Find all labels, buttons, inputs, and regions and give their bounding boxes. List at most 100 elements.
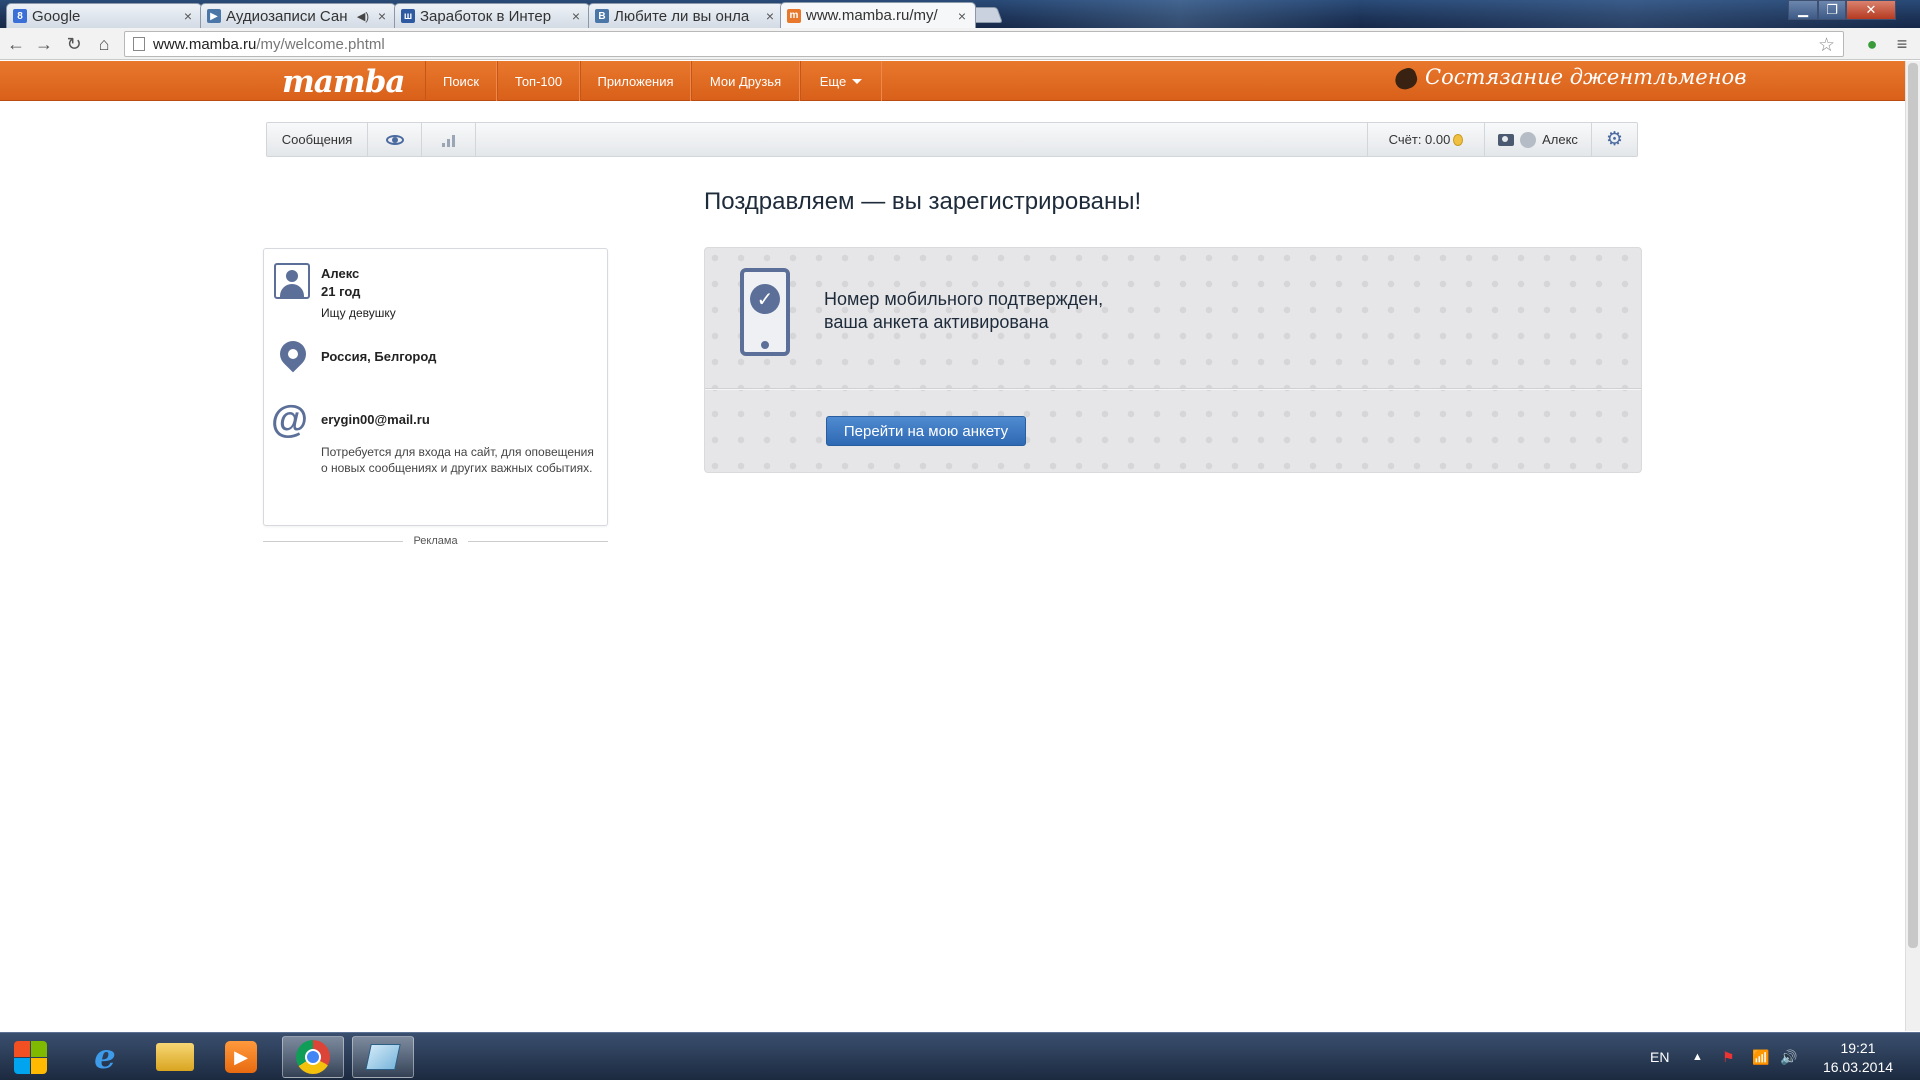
taskbar-media[interactable]: ▶	[210, 1036, 272, 1078]
close-icon[interactable]: ×	[763, 8, 777, 24]
back-button[interactable]: ←	[4, 32, 28, 56]
email-note: Потребуется для входа на сайт, для опове…	[321, 445, 594, 475]
page-scrollbar[interactable]	[1905, 61, 1920, 1031]
document-icon	[365, 1044, 401, 1070]
close-icon[interactable]: ×	[569, 8, 583, 24]
url-path: /my/welcome.phtml	[256, 35, 385, 53]
gear-icon: ⚙	[1605, 129, 1624, 150]
nav-more[interactable]: Еще	[800, 61, 882, 101]
user-icon	[274, 263, 310, 299]
nav-search[interactable]: Поиск	[425, 61, 497, 101]
browser-tab-audio[interactable]: ▶ Аудиозаписи Сан ◀) ×	[200, 3, 396, 28]
taskbar-explorer[interactable]	[144, 1036, 206, 1078]
close-window-button[interactable]: ✕	[1846, 0, 1896, 20]
minimize-button[interactable]: ▁	[1788, 0, 1818, 20]
activation-line-1: Номер мобильного подтвержден,	[824, 289, 1104, 309]
extension-icon[interactable]: ●	[1860, 32, 1884, 56]
bar-chart-icon	[442, 133, 455, 147]
close-icon[interactable]: ×	[955, 8, 969, 24]
eye-icon	[385, 134, 404, 145]
browser-toolbar: ← → ↻ ⌂ www.mamba.ru/my/welcome.phtml ☆ …	[0, 28, 1920, 60]
chevron-down-icon	[852, 78, 863, 84]
browser-tab-vk[interactable]: В Любите ли вы онла ×	[588, 3, 784, 28]
browser-tab-google[interactable]: 8 Google ×	[6, 3, 202, 28]
ad-label: Реклама	[413, 535, 458, 547]
go-to-profile-button[interactable]: Перейти на мою анкету	[826, 416, 1026, 446]
taskbar-app[interactable]	[352, 1036, 414, 1078]
vk-icon: ▶	[207, 9, 221, 23]
profile-card: Алекс 21 год Ищу девушку Россия, Белгоро…	[263, 248, 608, 526]
language-indicator[interactable]: EN	[1650, 1033, 1669, 1080]
bookmark-star-icon[interactable]: ☆	[1818, 34, 1835, 57]
slogan-banner[interactable]: Состязание джентльменов	[1392, 65, 1747, 92]
profile-seeking: Ищу девушку	[321, 306, 396, 320]
site-icon: ш	[401, 9, 415, 23]
profile-location: Россия, Белгород	[321, 349, 437, 364]
user-toolbar: Сообщения Счёт: 0.00 Алекс ⚙	[266, 122, 1638, 157]
avatar	[1520, 131, 1537, 148]
panel-divider	[705, 388, 1641, 390]
username: Алекс	[1542, 132, 1578, 147]
visitors-button[interactable]	[368, 123, 422, 156]
nav-friends[interactable]: Мои Друзья	[691, 61, 800, 101]
window-controls: ▁ ❐ ✕	[1788, 0, 1896, 20]
reload-button[interactable]: ↻	[62, 32, 86, 56]
speaker-icon: ◀)	[356, 10, 369, 23]
nav-top100[interactable]: Топ-100	[497, 61, 580, 101]
maximize-button[interactable]: ❐	[1818, 0, 1846, 20]
profile-name: Алекс	[321, 266, 360, 281]
page-icon	[133, 37, 145, 51]
google-icon: 8	[13, 9, 27, 23]
browser-tab-mamba[interactable]: m www.mamba.ru/my/ ×	[780, 2, 976, 28]
tab-title: Заработок в Интер	[420, 7, 552, 25]
stats-button[interactable]	[422, 123, 476, 156]
tab-title: www.mamba.ru/my/	[806, 7, 938, 24]
chrome-icon	[296, 1040, 330, 1074]
messages-button[interactable]: Сообщения	[267, 123, 368, 156]
profile-button[interactable]: Алекс	[1484, 123, 1591, 156]
activation-line-2: ваша анкета активирована	[824, 312, 1049, 332]
action-center-icon[interactable]: ⚑	[1722, 1033, 1735, 1080]
taskbar-chrome[interactable]	[282, 1036, 344, 1078]
url-host: www.mamba.ru	[153, 35, 257, 53]
balance-button[interactable]: Счёт: 0.00	[1367, 123, 1484, 156]
profile-age: 21 год	[321, 284, 361, 299]
taskbar-ie[interactable]: e	[74, 1036, 136, 1078]
forward-button[interactable]: →	[32, 32, 56, 56]
close-icon[interactable]: ×	[181, 8, 195, 24]
taskbar-clock[interactable]: 19:21 16.03.2014	[1808, 1039, 1908, 1077]
coin-icon	[1453, 133, 1464, 146]
activation-message: Номер мобильного подтвержден, ваша анкет…	[824, 288, 1103, 334]
balance-text: Счёт: 0.00	[1388, 132, 1451, 147]
activation-panel: ✓ Номер мобильного подтвержден, ваша анк…	[704, 247, 1642, 473]
clock-date: 16.03.2014	[1822, 1059, 1894, 1075]
address-bar[interactable]: www.mamba.ru/my/welcome.phtml ☆	[124, 31, 1844, 57]
site-logo[interactable]: mamba	[282, 64, 405, 100]
page-title: Поздравляем — вы зарегистрированы!	[704, 188, 1142, 215]
close-icon[interactable]: ×	[375, 8, 389, 24]
windows-logo-icon	[14, 1041, 30, 1057]
menu-icon[interactable]: ≡	[1890, 32, 1914, 56]
tab-title: Google	[32, 7, 81, 25]
phone-check-icon: ✓	[740, 268, 790, 356]
hat-icon	[1392, 65, 1420, 92]
settings-button[interactable]: ⚙	[1591, 123, 1637, 156]
profile-email: erygin00@mail.ru	[321, 412, 430, 427]
location-pin-icon	[274, 335, 312, 373]
browser-tab-earnings[interactable]: ш Заработок в Интер ×	[394, 3, 590, 28]
internet-explorer-icon: e	[94, 1037, 116, 1077]
desktop-background	[1000, 0, 1900, 28]
scrollbar-thumb[interactable]	[1908, 63, 1918, 948]
media-player-icon: ▶	[225, 1041, 257, 1073]
ad-divider: Реклама	[263, 535, 608, 551]
network-icon[interactable]: 📶	[1752, 1033, 1769, 1080]
start-button[interactable]	[12, 1039, 48, 1075]
vk-icon: В	[595, 9, 609, 23]
show-hidden-icons[interactable]: ▲	[1692, 1033, 1703, 1080]
site-navbar: mamba Поиск Топ-100 Приложения Мои Друзь…	[0, 61, 1905, 101]
folder-icon	[156, 1043, 194, 1071]
slogan-text: Состязание джентльменов	[1425, 65, 1747, 89]
volume-icon[interactable]: 🔊	[1780, 1033, 1797, 1080]
nav-apps[interactable]: Приложения	[580, 61, 691, 101]
home-button[interactable]: ⌂	[92, 32, 116, 56]
